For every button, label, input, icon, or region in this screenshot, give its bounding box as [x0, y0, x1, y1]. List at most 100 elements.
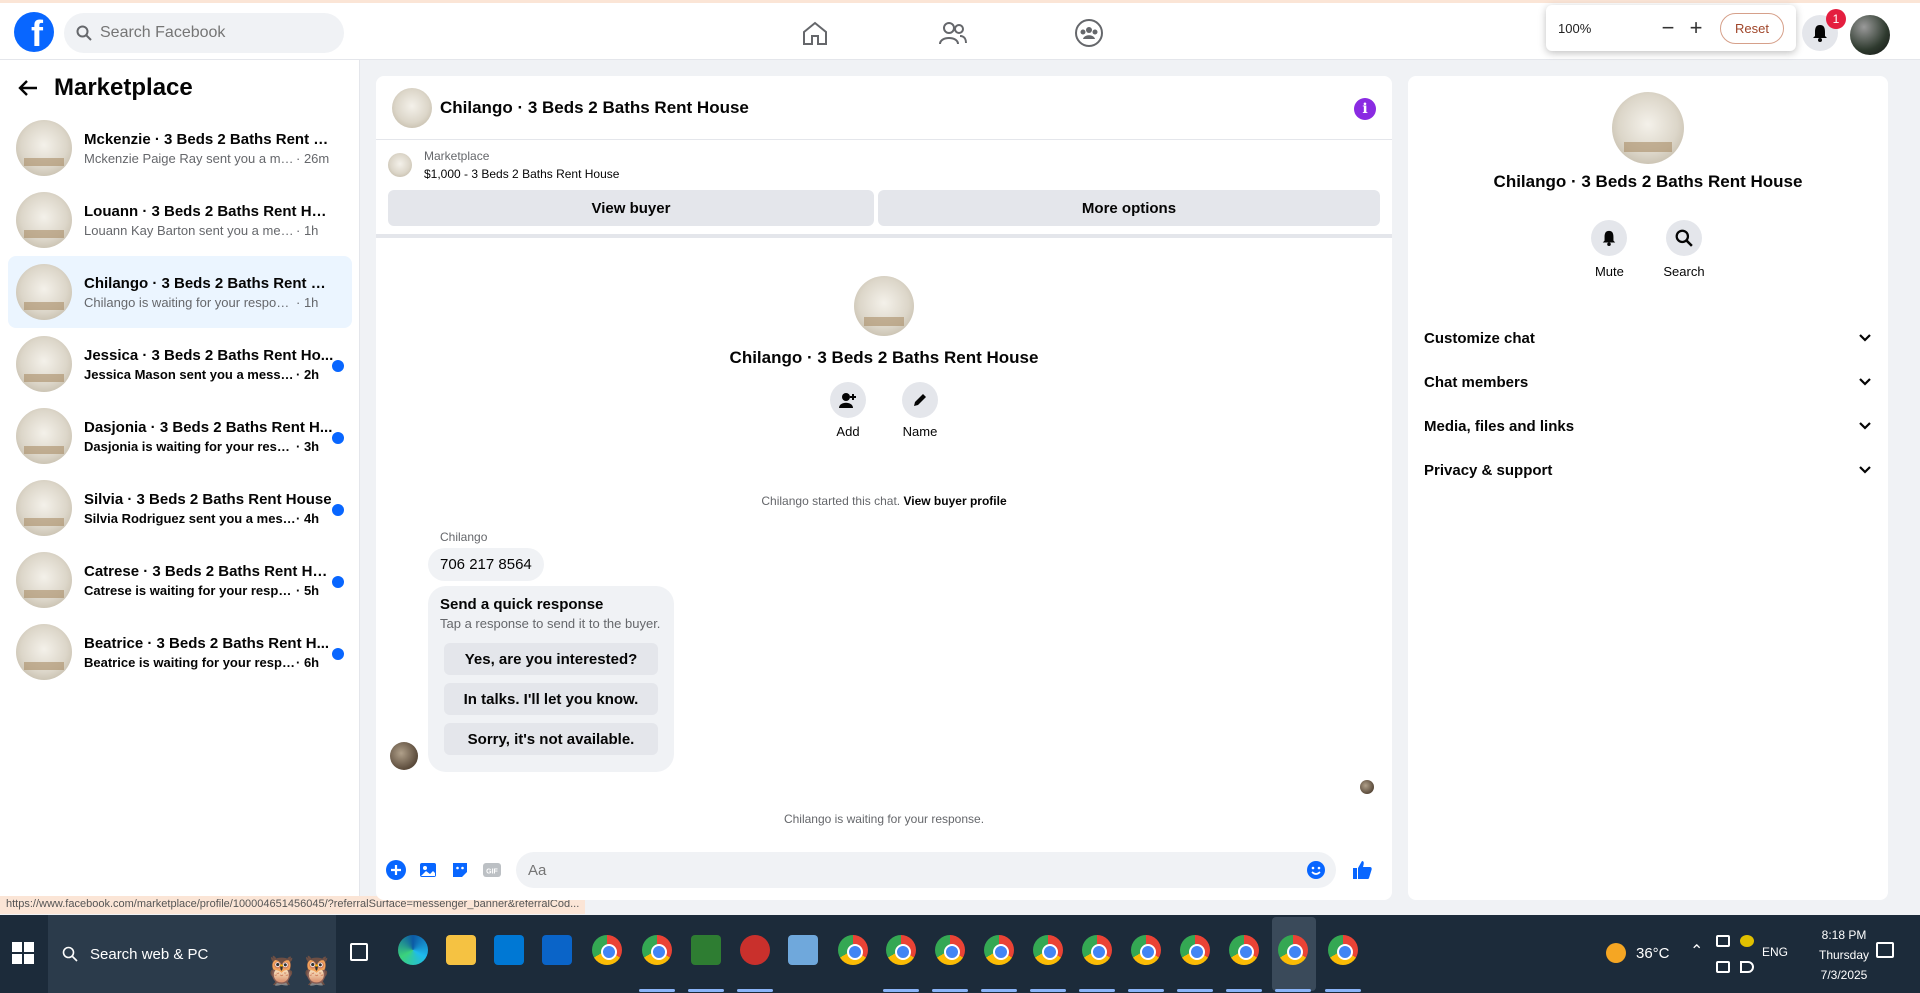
store-icon[interactable] — [494, 935, 524, 965]
outlook-icon[interactable] — [542, 935, 572, 965]
divider — [376, 234, 1392, 238]
emoji-icon[interactable] — [1304, 858, 1328, 882]
chrome-icon[interactable] — [984, 935, 1014, 965]
unread-dot — [332, 648, 344, 660]
task-view-icon[interactable] — [350, 943, 368, 961]
windows-start-button[interactable] — [12, 942, 34, 964]
conversation-item[interactable]: Mckenzie · 3 Beds 2 Baths Rent Ho... Mck… — [8, 112, 352, 184]
file-explorer-icon[interactable] — [446, 935, 476, 965]
home-icon[interactable] — [800, 19, 830, 47]
listing-thumbnail — [16, 120, 72, 176]
conversation-item[interactable]: Louann · 3 Beds 2 Baths Rent House Louan… — [8, 184, 352, 256]
conversation-item[interactable]: Beatrice · 3 Beds 2 Baths Rent H... Beat… — [8, 616, 352, 688]
chrome-icon[interactable] — [1082, 935, 1112, 965]
view-buyer-button[interactable]: View buyer — [388, 190, 874, 226]
app-icon[interactable] — [740, 935, 770, 965]
clock[interactable]: 8:18 PM Thursday 7/3/2025 — [1804, 925, 1884, 985]
conversation-item[interactable]: Catrese · 3 Beds 2 Baths Rent Ho... Catr… — [8, 544, 352, 616]
chrome-icon[interactable] — [935, 935, 965, 965]
network-icon[interactable] — [1716, 961, 1730, 973]
thumbs-up-icon[interactable] — [1350, 858, 1374, 882]
conversation-title: Louann · 3 Beds 2 Baths Rent House — [84, 202, 334, 220]
running-indicator — [1226, 989, 1262, 992]
view-buyer-profile-link[interactable]: View buyer profile — [903, 494, 1006, 508]
chrome-icon[interactable] — [1033, 935, 1063, 965]
more-options-button[interactable]: More options — [878, 190, 1380, 226]
account-avatar[interactable] — [1850, 15, 1890, 55]
zoom-out-button[interactable]: − — [1654, 12, 1682, 44]
chrome-icon[interactable] — [642, 935, 672, 965]
zoom-in-button[interactable]: + — [1682, 12, 1710, 44]
chat-title[interactable]: Chilango · 3 Beds 2 Baths Rent House — [440, 98, 749, 118]
chat-thumbnail[interactable] — [392, 87, 432, 128]
quick-reply-button[interactable]: In talks. I'll let you know. — [444, 683, 658, 715]
document-app-icon[interactable] — [691, 935, 721, 965]
search-in-chat-button[interactable]: Search — [1663, 220, 1705, 279]
volume-icon[interactable] — [1740, 961, 1754, 973]
clock-time: 8:18 PM — [1821, 928, 1867, 942]
chrome-icon[interactable] — [838, 935, 868, 965]
chrome-icon[interactable] — [1229, 935, 1259, 965]
sender-avatar[interactable] — [390, 742, 418, 770]
marketplace-label: Marketplace — [424, 149, 490, 163]
facebook-logo[interactable]: f — [14, 12, 54, 52]
edit-name-button[interactable]: Name — [902, 382, 938, 439]
conversation-item[interactable]: Silvia · 3 Beds 2 Baths Rent House Silvi… — [8, 472, 352, 544]
groups-icon[interactable] — [1074, 19, 1104, 47]
top-bar: f 100% − + Reset 1 — [0, 0, 1920, 60]
tray-app-icon[interactable] — [1740, 935, 1754, 947]
listing-thumbnail — [16, 552, 72, 608]
waiting-notice: Chilango is waiting for your response. — [783, 812, 985, 826]
chevron-down-icon — [1859, 334, 1871, 342]
conversation-preview: Dasjonia is waiting for your respo... — [84, 438, 296, 454]
zoom-reset-button[interactable]: Reset — [1720, 12, 1784, 44]
message-bubble[interactable]: 706 217 8564 — [428, 548, 544, 581]
chrome-icon[interactable] — [1328, 935, 1358, 965]
chat-profile-image — [854, 276, 914, 336]
chat-started-notice: Chilango started this chat. View buyer p… — [376, 494, 1392, 508]
unread-dot — [332, 504, 344, 516]
search-icon — [76, 25, 92, 41]
photo-icon[interactable] — [416, 858, 440, 882]
info-icon[interactable]: i — [1354, 98, 1376, 120]
language-indicator[interactable]: ENG — [1762, 945, 1788, 959]
chrome-icon[interactable] — [592, 935, 622, 965]
mute-button[interactable]: Mute — [1591, 220, 1628, 279]
friends-icon[interactable] — [938, 19, 968, 47]
conversation-item-active[interactable]: Chilango · 3 Beds 2 Baths Rent Ho... Chi… — [8, 256, 352, 328]
quick-reply-button[interactable]: Yes, are you interested? — [444, 643, 658, 675]
started-text: Chilango started this chat. — [761, 494, 901, 508]
weather-widget[interactable]: 36°C — [1606, 943, 1670, 963]
running-indicator — [639, 989, 675, 992]
quick-reply-button[interactable]: Sorry, it's not available. — [444, 723, 658, 755]
listing-thumbnail — [16, 192, 72, 248]
privacy-support-section[interactable]: Privacy & support — [1424, 448, 1872, 492]
media-files-links-section[interactable]: Media, files and links — [1424, 404, 1872, 448]
conversation-item[interactable]: Dasjonia · 3 Beds 2 Baths Rent H... Dasj… — [8, 400, 352, 472]
app-icon[interactable] — [788, 935, 818, 965]
marketplace-listing-strip[interactable]: Marketplace $1,000 - 3 Beds 2 Baths Rent… — [376, 140, 1392, 190]
back-arrow-icon[interactable] — [18, 79, 38, 97]
sticker-icon[interactable] — [448, 858, 472, 882]
cloud-icon[interactable] — [1716, 935, 1730, 947]
chat-members-section[interactable]: Chat members — [1424, 360, 1872, 404]
chevron-up-icon[interactable]: ⌃ — [1690, 941, 1703, 961]
gif-icon[interactable]: GIF — [480, 858, 504, 882]
notification-center-icon[interactable] — [1876, 942, 1894, 958]
chrome-icon[interactable] — [886, 935, 916, 965]
customize-chat-section[interactable]: Customize chat — [1424, 316, 1872, 360]
message-input[interactable] — [516, 852, 1336, 888]
chrome-icon[interactable] — [1278, 935, 1308, 965]
edge-icon[interactable] — [398, 935, 428, 965]
conversation-item[interactable]: Jessica · 3 Beds 2 Baths Rent Ho... Jess… — [8, 328, 352, 400]
conversation-title: Chilango · 3 Beds 2 Baths Rent Ho... — [84, 274, 334, 292]
chrome-icon[interactable] — [1180, 935, 1210, 965]
chrome-icon[interactable] — [1131, 935, 1161, 965]
plus-icon[interactable] — [384, 858, 408, 882]
search-box[interactable] — [64, 13, 344, 53]
conversation-time: · 4h — [296, 510, 320, 526]
taskbar-search[interactable]: Search web & PC 🦉🦉 — [48, 915, 336, 993]
conversation-time: · 6h — [296, 654, 320, 670]
search-input[interactable] — [100, 24, 320, 42]
add-people-button[interactable]: Add — [830, 382, 866, 439]
